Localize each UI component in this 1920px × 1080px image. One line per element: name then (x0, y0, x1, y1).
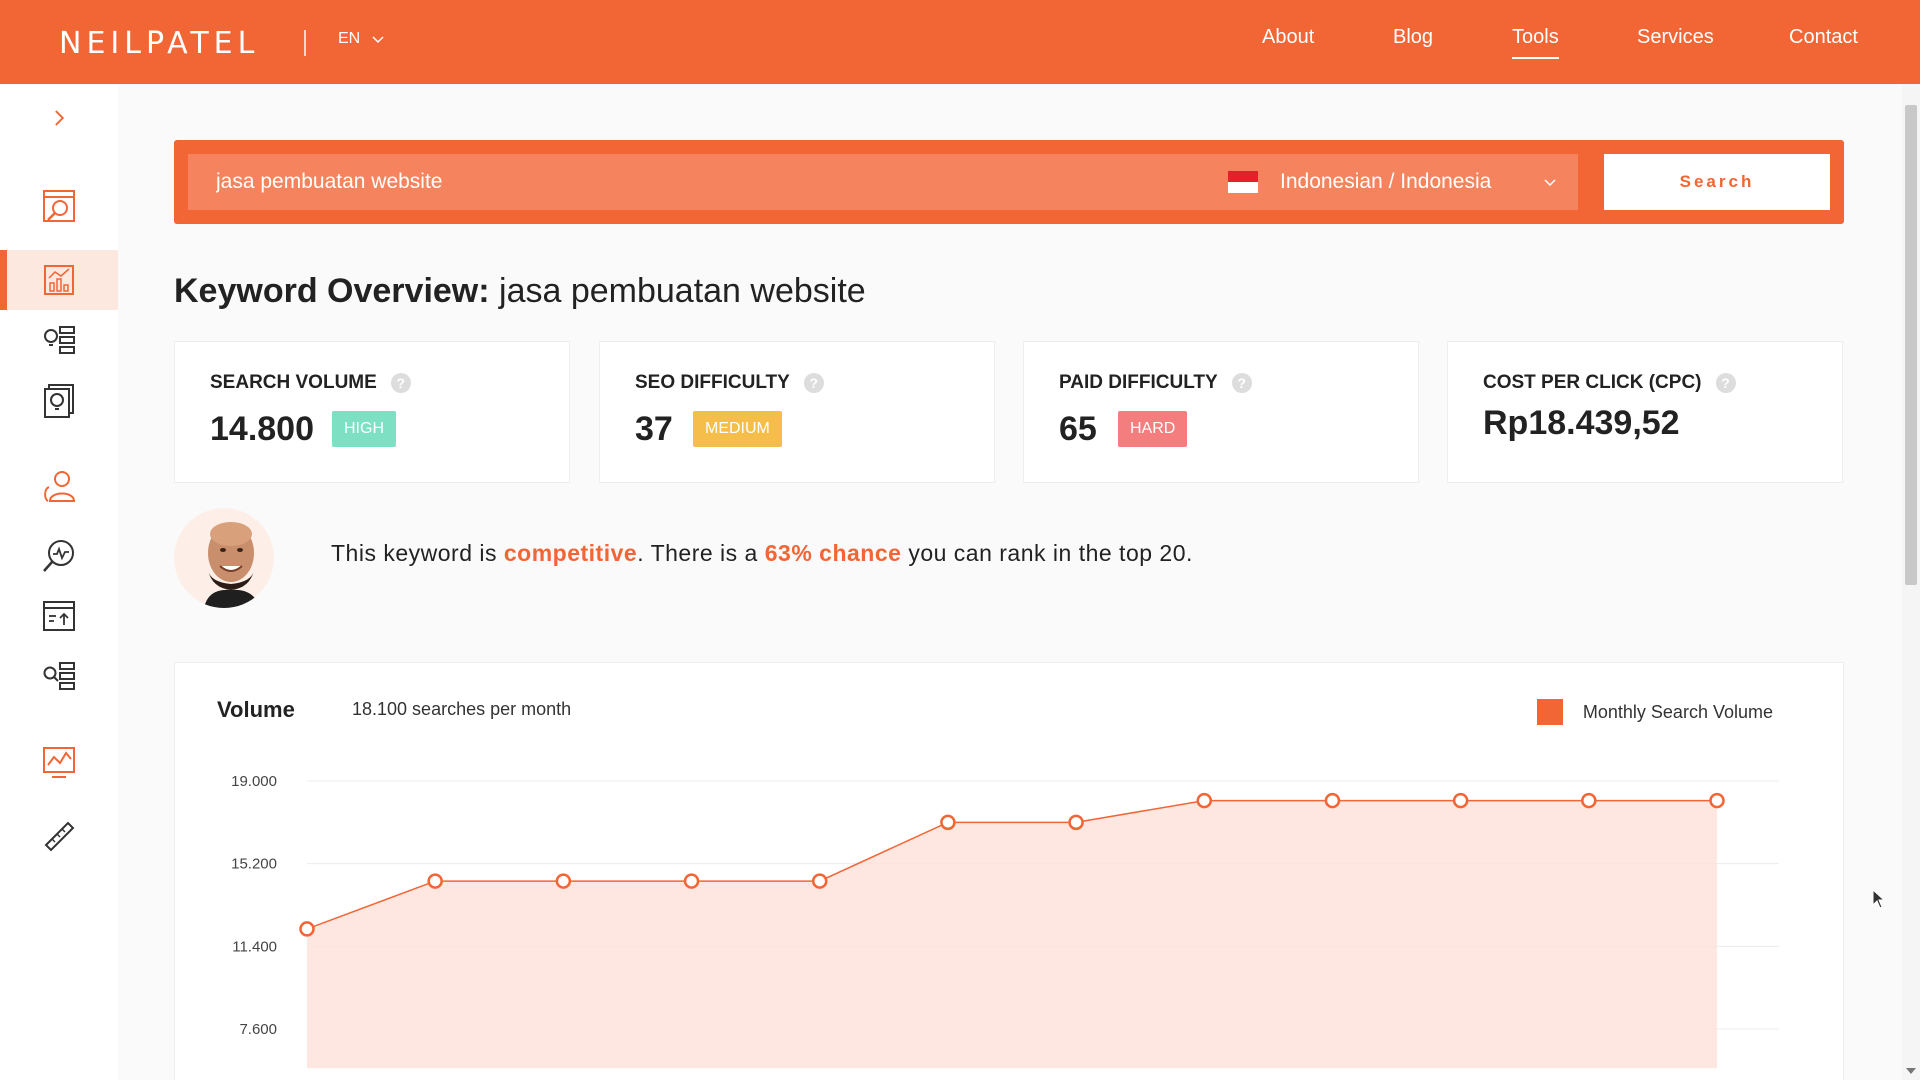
cpc-value: Rp18.439,52 (1483, 404, 1680, 442)
sidebar-item-link-tools[interactable] (0, 806, 118, 866)
sidebar-expand-button[interactable] (0, 90, 118, 146)
chevron-right-icon (55, 110, 65, 126)
data-point[interactable] (1581, 792, 1597, 809)
analytics-chart-icon (43, 747, 75, 778)
insight-prefix: This keyword is (331, 540, 504, 566)
scroll-down-arrow-icon[interactable] (1906, 1068, 1916, 1074)
sidebar-item-analytics[interactable] (0, 732, 118, 792)
neil-patel-avatar (174, 508, 274, 608)
chevron-down-icon (372, 36, 384, 44)
site-audit-icon (43, 190, 75, 222)
location-label: Indonesian / Indonesia (1280, 170, 1492, 193)
location-select[interactable]: Indonesian / Indonesia (1198, 154, 1578, 210)
data-point[interactable] (1068, 814, 1084, 831)
data-point[interactable] (811, 873, 828, 889)
sidebar-item-user-profile[interactable] (0, 456, 118, 516)
tools-sidebar (0, 84, 118, 1080)
header-divider (304, 30, 306, 56)
search-button[interactable]: Search (1604, 154, 1830, 210)
nav-tools[interactable]: Tools (1512, 26, 1559, 59)
nav-about[interactable]: About (1262, 26, 1314, 49)
sidebar-item-backlinks[interactable] (0, 646, 118, 706)
content-ideas-icon (44, 384, 74, 418)
keyword-overview-icon (44, 265, 74, 295)
language-selector[interactable]: EN (338, 30, 386, 48)
paid-difficulty-label-row: PAID DIFFICULTY? (1059, 372, 1252, 394)
scrollbar-thumb[interactable] (1905, 105, 1917, 585)
page-title: Keyword Overview: jasa pembuatan website (174, 272, 866, 311)
language-label: EN (338, 30, 361, 47)
help-icon[interactable]: ? (1231, 373, 1252, 393)
sidebar-item-keyword-overview[interactable] (0, 250, 118, 310)
neilpatel-logo[interactable]: NEILPATEL (59, 26, 259, 61)
insight-text: This keyword is competitive. There is a … (331, 540, 1193, 567)
mouse-cursor-icon (1872, 889, 1886, 909)
y-tick-label: 19.000 (231, 773, 277, 790)
y-tick-label: 11.400 (232, 938, 277, 955)
search-volume-label: SEARCH VOLUME (210, 372, 377, 393)
backlinks-icon (43, 662, 75, 690)
data-point[interactable] (940, 814, 956, 831)
help-icon[interactable]: ? (1715, 373, 1736, 393)
data-point[interactable] (1196, 792, 1213, 809)
keyword-search-bar: Indonesian / Indonesia Search (174, 140, 1844, 224)
sidebar-item-keyword-ideas[interactable] (0, 310, 118, 370)
top-navigation-bar: NEILPATEL EN About Blog Tools Services C… (0, 0, 1920, 84)
help-icon[interactable]: ? (390, 373, 411, 393)
nav-services[interactable]: Services (1637, 26, 1714, 49)
search-volume-badge: HIGH (332, 411, 396, 447)
paid-difficulty-value: 65 (1059, 410, 1097, 448)
user-profile-icon (44, 471, 76, 502)
page-title-label: Keyword Overview: (174, 272, 490, 310)
data-point[interactable] (299, 921, 315, 937)
help-icon[interactable]: ? (803, 373, 824, 393)
indonesia-flag-icon (1228, 171, 1258, 193)
volume-chart-panel: Volume 18.100 searches per month Monthly… (174, 662, 1844, 1080)
page-title-keyword: jasa pembuatan website (499, 272, 866, 310)
nav-blog[interactable]: Blog (1393, 26, 1433, 49)
keyword-ideas-icon (44, 326, 75, 354)
seo-difficulty-label-row: SEO DIFFICULTY? (635, 372, 824, 394)
data-point[interactable] (427, 873, 443, 889)
nav-contact[interactable]: Contact (1789, 26, 1858, 49)
traffic-analyzer-icon (43, 540, 74, 572)
cpc-card: COST PER CLICK (CPC)? Rp18.439,52 (1447, 341, 1843, 483)
seo-difficulty-card: SEO DIFFICULTY? 37 MEDIUM (599, 341, 995, 483)
paid-difficulty-label: PAID DIFFICULTY (1059, 372, 1218, 393)
sidebar-item-content-ideas[interactable] (0, 370, 118, 430)
paid-difficulty-card: PAID DIFFICULTY? 65 HARD (1023, 341, 1419, 483)
sidebar-item-site-audit[interactable] (0, 176, 118, 236)
insight-middle: . There is a (637, 540, 765, 566)
seo-difficulty-badge: MEDIUM (693, 411, 782, 447)
insight-competitive: competitive (503, 540, 638, 566)
link-icon (44, 821, 75, 852)
insight-suffix: you can rank in the top 20. (901, 540, 1193, 566)
cpc-label-row: COST PER CLICK (CPC)? (1483, 372, 1736, 394)
data-point[interactable] (1452, 792, 1469, 809)
keyword-input[interactable] (188, 154, 1198, 210)
data-point[interactable] (683, 873, 700, 889)
sidebar-item-rank-tracker[interactable] (0, 586, 118, 646)
search-volume-card: SEARCH VOLUME? 14.800 HIGH (174, 341, 570, 483)
cpc-label: COST PER CLICK (CPC) (1483, 372, 1702, 393)
rank-tracker-icon (43, 601, 75, 631)
y-tick-label: 7.600 (239, 1021, 277, 1038)
seo-difficulty-label: SEO DIFFICULTY (635, 372, 790, 393)
paid-difficulty-badge: HARD (1118, 411, 1188, 447)
volume-line-chart: 19.000 15.200 11.400 7.600 (231, 773, 1779, 1069)
y-tick-label: 15.200 (231, 856, 277, 873)
data-point[interactable] (1709, 792, 1725, 809)
search-volume-value: 14.800 (210, 410, 314, 448)
sidebar-item-traffic-analyzer[interactable] (0, 526, 118, 586)
data-point[interactable] (555, 873, 572, 889)
seo-difficulty-value: 37 (635, 410, 673, 448)
search-volume-label-row: SEARCH VOLUME? (210, 372, 411, 394)
insight-chance: 63% chance (764, 540, 902, 566)
series-area (307, 800, 1717, 1069)
chevron-down-icon (1544, 179, 1556, 187)
data-point[interactable] (1324, 792, 1341, 809)
